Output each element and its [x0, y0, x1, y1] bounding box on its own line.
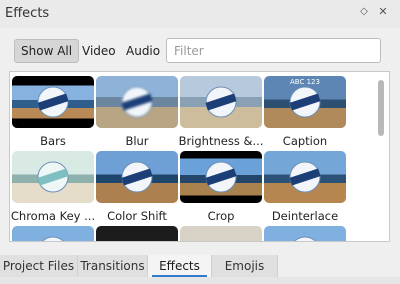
tab-emojis[interactable]: Emojis	[212, 255, 278, 277]
tab-label: Transitions	[80, 259, 145, 273]
sample-ball-icon	[205, 86, 237, 118]
effect-thumbnail	[180, 226, 262, 241]
sample-ball-icon	[294, 236, 316, 241]
bottom-tab-bar: Project Files Transitions Effects Emojis	[0, 255, 400, 277]
effect-thumbnail	[12, 76, 94, 128]
effect-label: Deinterlace	[271, 209, 339, 223]
effect-label: Color Shift	[107, 209, 167, 223]
tab-transitions[interactable]: Transitions	[78, 255, 148, 277]
tab-effects[interactable]: Effects	[148, 255, 212, 277]
panel-title: Effects	[5, 6, 50, 21]
sample-ball-icon	[121, 161, 153, 193]
tab-project-files[interactable]: Project Files	[0, 255, 78, 277]
tab-label: Effects	[159, 259, 200, 273]
effect-label: Crop	[207, 209, 235, 223]
effect-thumbnail	[12, 226, 94, 241]
effect-thumbnail: ABC 123	[264, 76, 346, 128]
effect-thumbnail	[180, 151, 262, 203]
sample-ball-icon	[37, 86, 69, 118]
effect-thumbnail	[264, 151, 346, 203]
audio-filter-button[interactable]: Audio	[120, 39, 166, 63]
sample-ball-icon	[205, 161, 237, 193]
float-icon[interactable]: ◇	[356, 4, 372, 20]
effect-thumbnail	[12, 151, 94, 203]
effect-thumbnail	[96, 226, 178, 241]
show-all-button[interactable]: Show All	[14, 39, 80, 63]
effect-thumbnail	[96, 76, 178, 128]
sample-ball-icon	[121, 86, 153, 118]
close-icon[interactable]: ✕	[375, 4, 391, 20]
tab-label: Project Files	[2, 259, 75, 273]
panel-titlebar: Effects ◇ ✕	[0, 0, 400, 28]
grid-scrollbar[interactable]	[378, 80, 384, 136]
sample-ball-icon	[37, 161, 69, 193]
filter-input[interactable]	[166, 38, 381, 63]
effect-thumbnail	[264, 226, 346, 241]
effect-label: Caption	[282, 134, 328, 148]
panel-footer	[0, 277, 400, 284]
effect-label: Brightness &...	[178, 134, 264, 148]
effect-label: Bars	[40, 134, 66, 148]
effect-thumbnail	[180, 76, 262, 128]
tab-label: Emojis	[224, 259, 265, 273]
effect-thumbnail	[96, 151, 178, 203]
effect-label: Chroma Key ...	[10, 209, 96, 223]
effects-grid: Bars Blur Brightness &... ABC 123 Caption Chr…	[9, 71, 390, 242]
caption-overlay-text: ABC 123	[290, 78, 320, 86]
video-filter-button[interactable]: Video	[76, 39, 122, 63]
sample-ball-icon	[289, 161, 321, 193]
effect-label: Blur	[125, 134, 149, 148]
filter-toolbar: Show All Video Audio	[0, 36, 400, 66]
sample-ball-icon	[42, 236, 64, 241]
